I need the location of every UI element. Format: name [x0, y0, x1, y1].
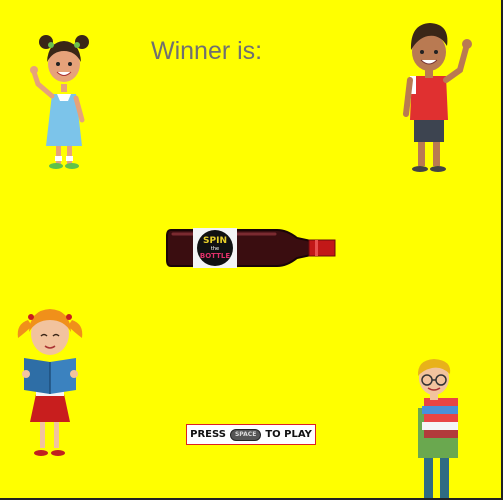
player-boy-with-books: [417, 359, 458, 498]
winner-label: Winner is:: [151, 37, 262, 66]
bottle-label-line3: BOTTLE: [200, 252, 230, 260]
player-girl-reading: [17, 309, 83, 456]
player-boy-red-shirt: [403, 23, 472, 172]
game-stage[interactable]: Winner is: SPIN the BOTTLE PRESS SPACE T…: [0, 0, 503, 500]
hint-press-text: PRESS: [190, 429, 226, 440]
space-key-icon: SPACE: [229, 428, 262, 441]
press-space-hint: PRESS SPACE TO PLAY: [186, 424, 316, 445]
winner-label-text: Winner is:: [151, 37, 263, 65]
player-girl-blue-dress: [30, 35, 89, 169]
bottle-label-line1: SPIN: [203, 236, 227, 246]
spin-bottle[interactable]: SPIN the BOTTLE: [165, 224, 337, 272]
hint-action-text: TO PLAY: [265, 429, 312, 440]
